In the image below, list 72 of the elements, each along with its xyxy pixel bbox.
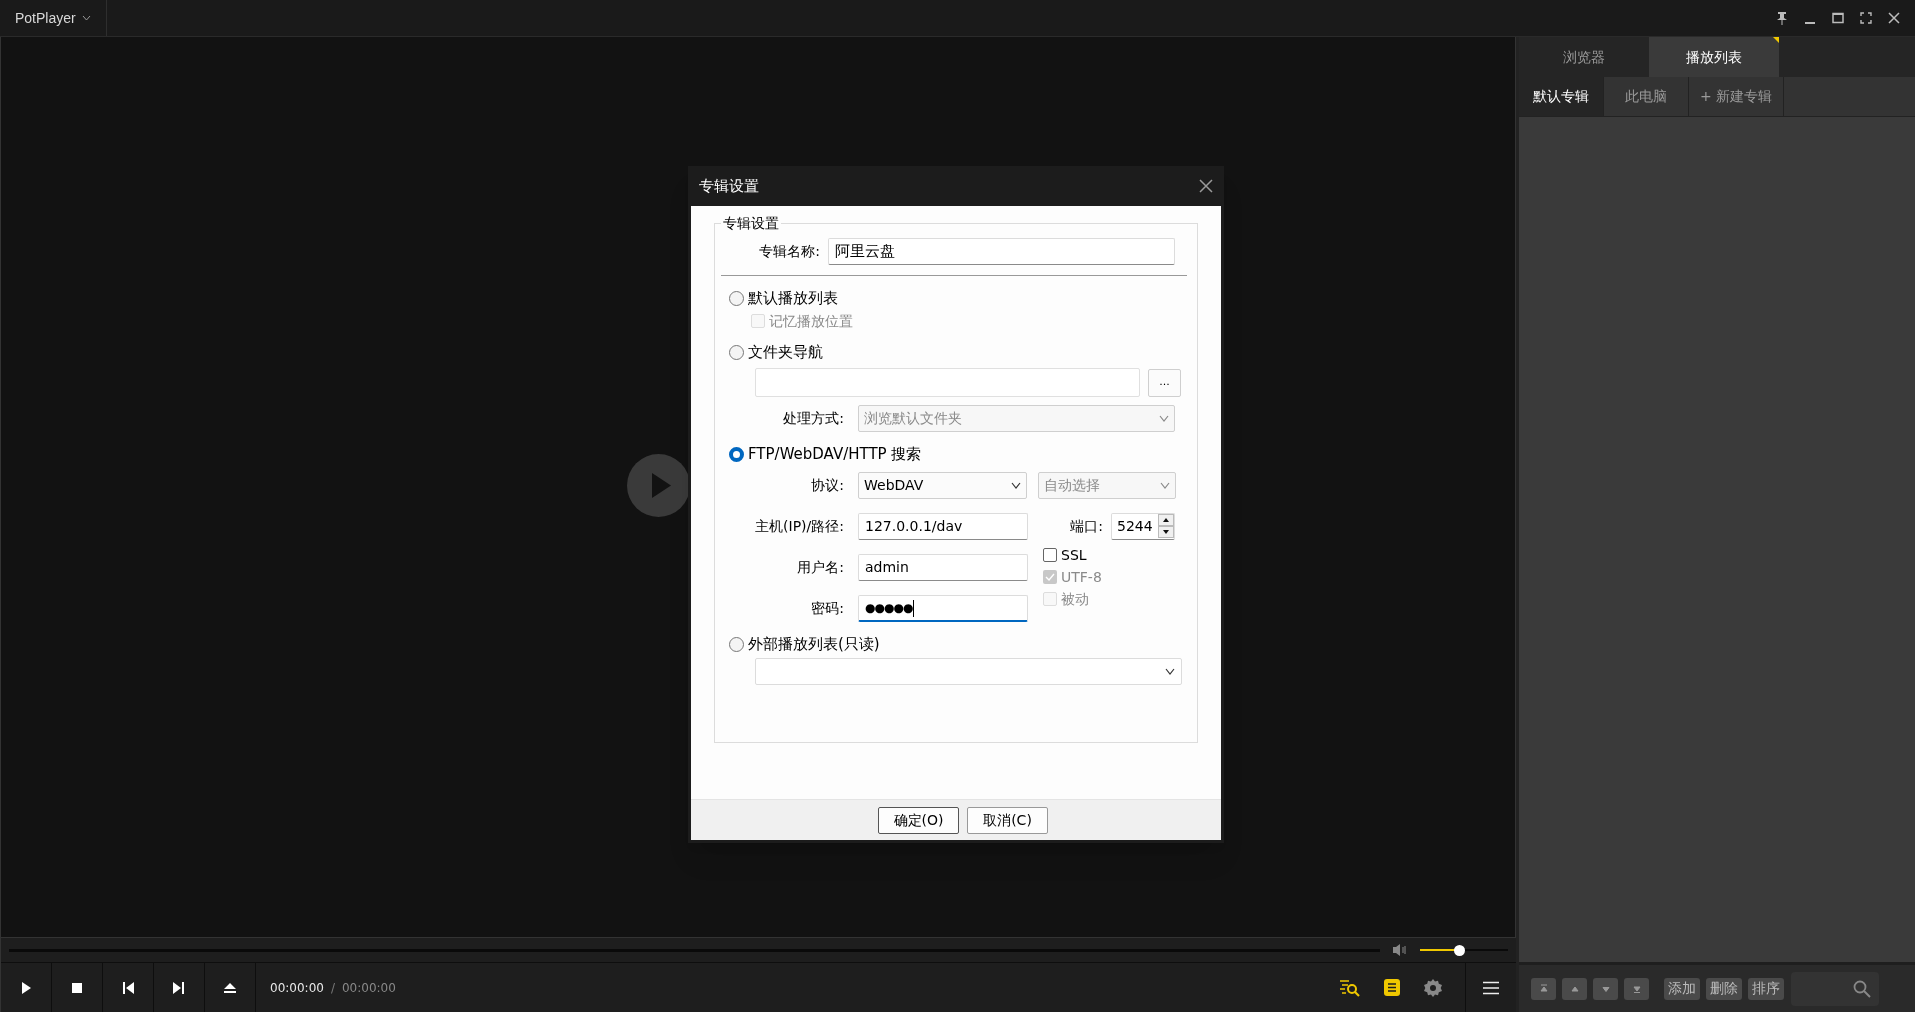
panel-tab[interactable]: 播放列表 — [1649, 37, 1779, 77]
folder-path-field[interactable] — [755, 368, 1140, 397]
text-cursor — [913, 599, 915, 617]
spinner-arrows-icon[interactable] — [1158, 514, 1174, 539]
checkbox[interactable] — [1043, 548, 1057, 562]
field-label: 用户名: — [796, 558, 845, 577]
album-tab[interactable]: 默认专辑 — [1519, 77, 1604, 116]
maximize-icon[interactable] — [1831, 11, 1845, 25]
dialog-title: 专辑设置 — [699, 175, 759, 197]
radio-button[interactable] — [729, 290, 744, 306]
move-top-icon — [1537, 982, 1550, 995]
volume-icon[interactable] — [1392, 943, 1408, 957]
chevron-down-icon — [1011, 482, 1021, 489]
checkbox-label: SSL — [1061, 545, 1087, 565]
search-field[interactable] — [1791, 971, 1879, 1006]
chevron-down-icon — [1165, 668, 1175, 675]
volume-thumb[interactable] — [1453, 944, 1465, 956]
pin-icon[interactable] — [1775, 11, 1789, 25]
checkmark-icon — [1045, 573, 1055, 581]
corner-marker-icon — [1773, 37, 1779, 43]
radio-button[interactable] — [729, 446, 744, 462]
close-icon[interactable] — [1887, 11, 1901, 25]
port-spinner[interactable]: 5244 — [1111, 513, 1175, 540]
chevron-down-icon — [1159, 415, 1169, 422]
move-down-button[interactable] — [1593, 977, 1618, 1000]
panel-button[interactable]: 添加 — [1664, 977, 1700, 1000]
field-label: 密码: — [810, 599, 845, 618]
host-field[interactable]: 127.0.0.1/dav — [858, 513, 1028, 540]
radio-label: 文件夹导航 — [748, 341, 823, 363]
field-label: 主机(IP)/路径: — [754, 517, 845, 536]
volume-slider[interactable] — [1420, 943, 1508, 957]
list-search-icon[interactable] — [1339, 978, 1361, 997]
current-time: 00:00:00 — [270, 979, 324, 997]
field-label: 处理方式: — [782, 409, 845, 428]
total-time: 00:00:00 — [341, 979, 396, 997]
dialog-button[interactable]: 确定(O) — [878, 806, 959, 834]
move-up-button[interactable] — [1562, 977, 1587, 1000]
chevron-down-icon — [1160, 482, 1170, 489]
album-name-field[interactable]: 阿里云盘 — [828, 238, 1175, 265]
menu-icon[interactable] — [1482, 980, 1500, 995]
password-field[interactable]: ●●●●● — [858, 595, 1028, 622]
dialog-button[interactable]: 取消(C) — [967, 806, 1048, 834]
field-label: 端口: — [1069, 517, 1104, 536]
protocol-dropdown[interactable]: WebDAV — [858, 472, 1027, 499]
album-tab[interactable]: 此电脑 — [1604, 77, 1689, 116]
chevron-down-icon — [81, 15, 91, 21]
settings-icon[interactable] — [1423, 977, 1443, 998]
checkbox-label: 记忆播放位置 — [769, 311, 853, 331]
checkbox-label: UTF-8 — [1061, 567, 1102, 587]
radio-button[interactable] — [729, 344, 744, 360]
radio-label: FTP/WebDAV/HTTP 搜索 — [748, 443, 922, 465]
username-field[interactable]: admin — [858, 554, 1028, 581]
radio-button[interactable] — [729, 636, 744, 652]
close-icon[interactable] — [1199, 179, 1213, 193]
field-label: 协议: — [810, 476, 845, 495]
panel-button[interactable]: 删除 — [1706, 977, 1742, 1000]
field-label: 专辑名称: — [758, 242, 821, 261]
group-title: 专辑设置 — [721, 214, 781, 232]
browse-button[interactable]: ... — [1148, 368, 1181, 397]
search-icon — [1853, 979, 1871, 998]
fullscreen-icon[interactable] — [1859, 11, 1873, 25]
playlist-icon[interactable] — [1383, 978, 1401, 997]
time-separator: / — [330, 979, 335, 997]
radio-label: 外部播放列表(只读) — [748, 633, 880, 655]
move-bottom-button[interactable] — [1624, 977, 1649, 1000]
panel-button[interactable]: 排序 — [1748, 977, 1784, 1000]
move-top-button[interactable] — [1531, 977, 1556, 1000]
panel-tab[interactable]: 浏览器 — [1519, 37, 1649, 77]
radio-label: 默认播放列表 — [748, 287, 838, 309]
app-menu-button[interactable]: PotPlayer — [0, 0, 107, 36]
checkbox-label: 被动 — [1061, 589, 1089, 609]
album-tab[interactable]: + 新建专辑 — [1689, 77, 1785, 116]
